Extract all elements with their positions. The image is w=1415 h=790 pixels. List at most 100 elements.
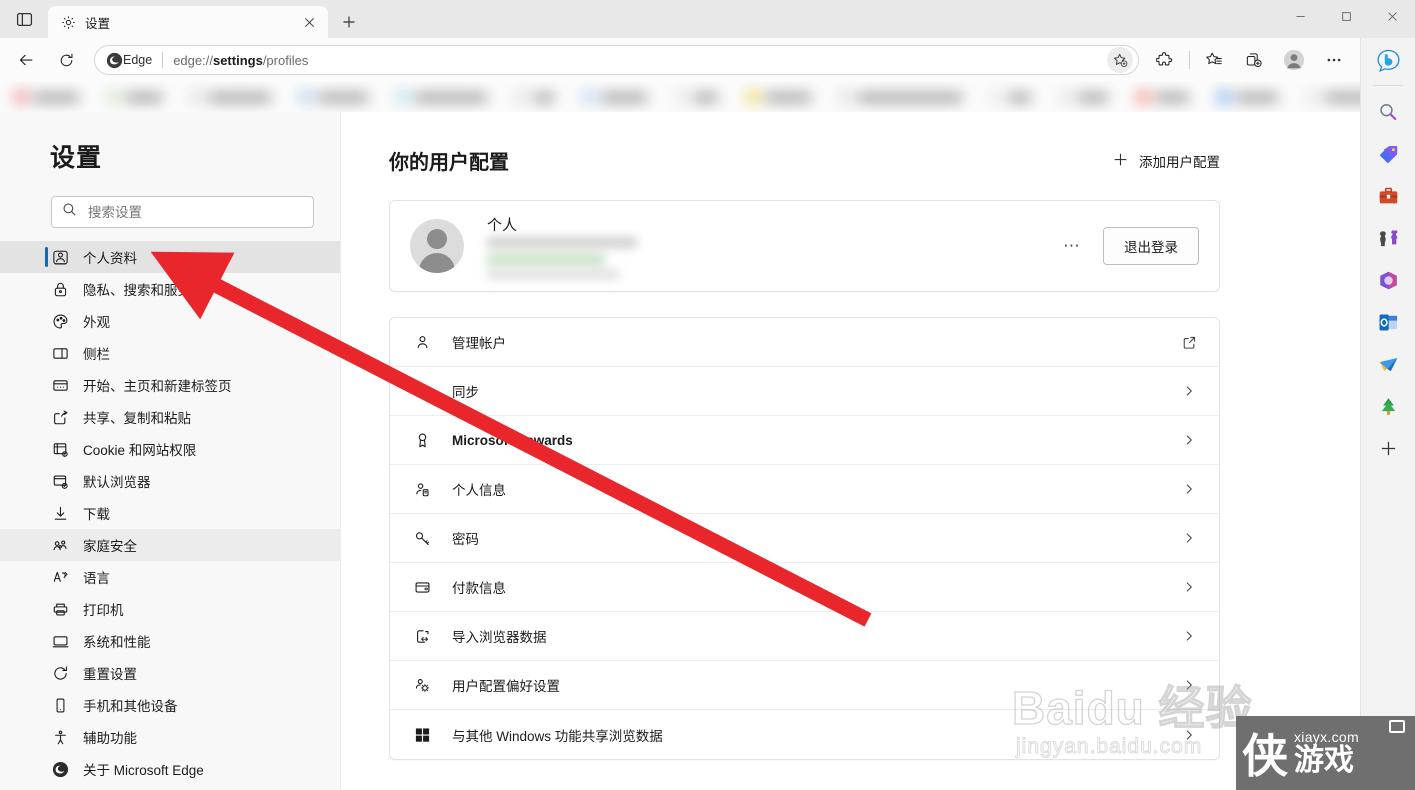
- sidebar-item-10[interactable]: 语言: [0, 561, 340, 593]
- profile-avatar-icon[interactable]: [1277, 43, 1311, 77]
- bookmark-item-10[interactable]: [990, 90, 1031, 104]
- collections-icon[interactable]: [1237, 43, 1271, 77]
- watermark-corner-icon: [1389, 720, 1405, 733]
- refresh-icon[interactable]: [49, 43, 83, 77]
- bookmark-item-14[interactable]: [1306, 90, 1360, 104]
- sidebar-item-1[interactable]: 隐私、搜索和服务: [0, 273, 340, 305]
- bookmark-item-7[interactable]: [675, 90, 718, 104]
- title-bar: 设置: [0, 0, 1415, 38]
- sidebar-item-label: 开始、主页和新建标签页: [83, 379, 232, 394]
- bookmark-item-2[interactable]: [190, 90, 271, 104]
- bookmark-item-13[interactable]: [1217, 90, 1278, 104]
- tools-briefcase-icon[interactable]: [1369, 177, 1407, 215]
- close-button[interactable]: [1369, 0, 1415, 32]
- settings-and-more-icon[interactable]: [1317, 43, 1351, 77]
- tab-actions-button[interactable]: [0, 0, 48, 38]
- tree-icon[interactable]: [1369, 387, 1407, 425]
- bookmark-item-11[interactable]: [1059, 90, 1108, 104]
- add-profile-label: 添加用户配置: [1139, 154, 1220, 170]
- sidebar-item-label: 关于 Microsoft Edge: [83, 763, 204, 778]
- shopping-tag-icon[interactable]: [1369, 135, 1407, 173]
- search-icon[interactable]: [1369, 93, 1407, 131]
- settings-row-2[interactable]: Microsoft Rewards: [390, 416, 1219, 465]
- add-favorite-star-icon[interactable]: [1107, 47, 1133, 73]
- family-icon: [51, 536, 69, 554]
- bookmarks-bar[interactable]: [0, 82, 1360, 112]
- games-icon[interactable]: [1369, 219, 1407, 257]
- sidebar-item-label: 默认浏览器: [83, 475, 151, 490]
- tab-settings[interactable]: 设置: [48, 6, 328, 38]
- profile-card: 个人 ⋯ 退出登录: [389, 200, 1220, 292]
- sign-out-button[interactable]: 退出登录: [1103, 227, 1199, 265]
- sidebar-item-9[interactable]: 家庭安全: [0, 529, 340, 561]
- profile-more-options-button[interactable]: ⋯: [1063, 236, 1081, 256]
- bookmark-item-1[interactable]: [107, 90, 162, 104]
- favorites-icon[interactable]: [1197, 43, 1231, 77]
- sidebar-item-2[interactable]: 外观: [0, 305, 340, 337]
- bookmark-item-9[interactable]: [839, 90, 962, 104]
- download-icon: [51, 504, 69, 522]
- phone-icon: [51, 696, 69, 714]
- add-sidebar-app-icon[interactable]: [1369, 429, 1407, 467]
- maximize-button[interactable]: [1323, 0, 1369, 32]
- settings-sidebar: 设置 个人资料隐私、搜索和服务外观侧栏开始、主页和新建标签页共享、复制和粘贴 Co…: [0, 112, 341, 790]
- settings-row-6[interactable]: 导入浏览器数据: [390, 612, 1219, 661]
- dropbox-icon[interactable]: [1369, 345, 1407, 383]
- minimize-button[interactable]: [1277, 0, 1323, 32]
- outlook-icon[interactable]: [1369, 303, 1407, 341]
- settings-row-1[interactable]: 同步: [390, 367, 1219, 416]
- sidebar-item-14[interactable]: 手机和其他设备: [0, 689, 340, 721]
- settings-row-8[interactable]: 与其他 Windows 功能共享浏览数据: [390, 710, 1219, 759]
- bookmark-item-5[interactable]: [515, 90, 554, 104]
- person-card-icon: [412, 479, 432, 499]
- edge-logo-icon: [51, 760, 69, 778]
- microsoft365-icon[interactable]: [1369, 261, 1407, 299]
- profile-icon: [51, 248, 69, 266]
- bookmark-item-6[interactable]: [582, 90, 647, 104]
- bookmark-item-3[interactable]: [299, 90, 368, 104]
- add-profile-button[interactable]: 添加用户配置: [1113, 151, 1220, 171]
- settings-row-3[interactable]: 个人信息: [390, 465, 1219, 514]
- new-tab-button[interactable]: [334, 7, 364, 37]
- sidebar-item-4[interactable]: 开始、主页和新建标签页: [0, 369, 340, 401]
- sidebar-item-label: 辅助功能: [83, 731, 137, 746]
- xiayx-watermark-overlay: 侠 xiayx.com 游戏: [1236, 716, 1415, 790]
- search-input[interactable]: [88, 204, 303, 220]
- sidebar-item-16[interactable]: 关于 Microsoft Edge: [0, 753, 340, 785]
- sidebar-item-13[interactable]: 重置设置: [0, 657, 340, 689]
- address-bar[interactable]: Edge edge://settings/profiles: [94, 45, 1139, 75]
- navigation-toolbar: Edge edge://settings/profiles: [0, 38, 1360, 82]
- medal-icon: [412, 430, 432, 450]
- sidebar-item-15[interactable]: 辅助功能: [0, 721, 340, 753]
- sidebar-item-11[interactable]: 打印机: [0, 593, 340, 625]
- settings-row-0[interactable]: 管理帐户: [390, 318, 1219, 367]
- bookmark-item-0[interactable]: [14, 90, 79, 104]
- sidebar-item-0[interactable]: 个人资料: [0, 241, 340, 273]
- watermark-word: 游戏: [1294, 744, 1354, 778]
- chevron-right-icon: [1179, 678, 1199, 692]
- settings-row-7[interactable]: 用户配置偏好设置: [390, 661, 1219, 710]
- browser-window: 设置 Edge edge://settings/profiles 设置 搜索设置…: [0, 0, 1415, 790]
- profile-settings-list: 管理帐户同步 Microsoft Rewards 个人信息 密码 付款信息 导入浏览器数据…: [389, 317, 1220, 760]
- sidebar-item-6[interactable]: Cookie 和网站权限: [0, 433, 340, 465]
- bookmark-item-12[interactable]: [1136, 90, 1189, 104]
- sidebar-item-3[interactable]: 侧栏: [0, 337, 340, 369]
- bookmark-item-8[interactable]: [746, 90, 811, 104]
- profile-prefs-icon: [412, 675, 432, 695]
- settings-row-label: 与其他 Windows 功能共享浏览数据: [452, 728, 663, 744]
- sidebar-item-5[interactable]: 共享、复制和粘贴: [0, 401, 340, 433]
- sidebar-item-12[interactable]: 系统和性能: [0, 625, 340, 657]
- extensions-icon[interactable]: [1148, 43, 1182, 77]
- settings-row-5[interactable]: 付款信息: [390, 563, 1219, 612]
- bing-chat-icon[interactable]: [1369, 42, 1407, 80]
- omnibox-url[interactable]: edge://settings/profiles: [173, 53, 1107, 68]
- bookmark-item-4[interactable]: [396, 90, 487, 104]
- sidebar-item-7[interactable]: 默认浏览器: [0, 465, 340, 497]
- tab-close-button[interactable]: [298, 11, 320, 33]
- search-settings-box[interactable]: [51, 196, 314, 228]
- settings-row-label: 同步: [452, 385, 479, 400]
- back-arrow-icon[interactable]: [9, 43, 43, 77]
- settings-row-4[interactable]: 密码: [390, 514, 1219, 563]
- import-icon: [412, 626, 432, 646]
- sidebar-item-8[interactable]: 下载: [0, 497, 340, 529]
